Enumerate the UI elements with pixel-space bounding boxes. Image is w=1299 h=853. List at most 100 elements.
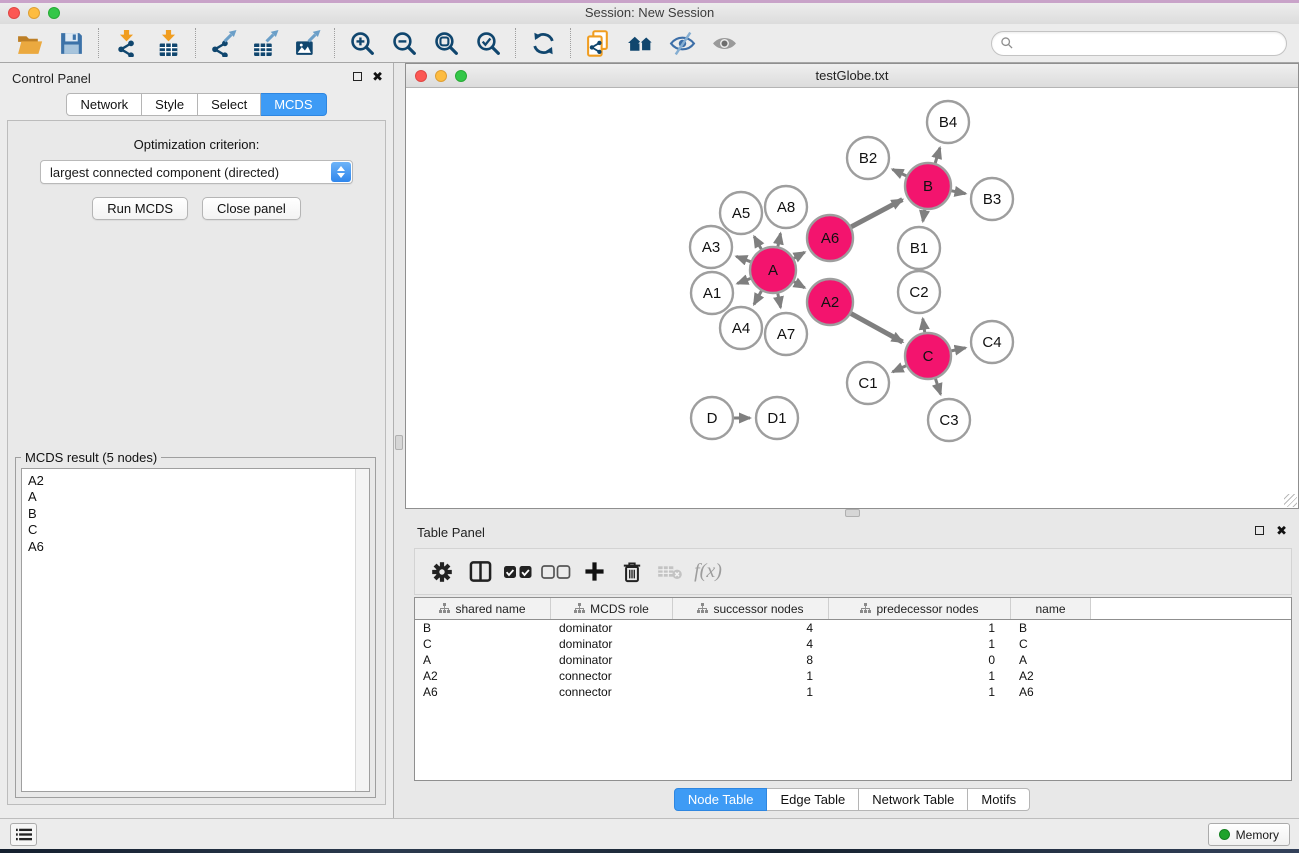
save-session-button[interactable] [50, 26, 92, 60]
tab-select[interactable]: Select [198, 93, 261, 116]
cell-shared-name[interactable]: A [415, 653, 551, 667]
column-layout-button[interactable] [463, 555, 497, 589]
float-table-panel-icon[interactable] [1255, 526, 1264, 535]
edge-A-A5[interactable] [754, 237, 761, 250]
mcds-result-item[interactable]: A [22, 489, 369, 505]
export-network-button[interactable] [202, 26, 244, 60]
network-graph[interactable]: AA1A2A3A4A5A6A7A8BB1B2B3B4CC1C2C3C4DD1 [406, 88, 1298, 508]
mcds-result-item[interactable]: C [22, 522, 369, 538]
create-column-button[interactable] [577, 555, 611, 589]
edge-C-C3[interactable] [936, 379, 941, 395]
export-table-button[interactable] [244, 26, 286, 60]
edge-A-A2[interactable] [794, 282, 805, 288]
cell-successor-nodes[interactable]: 4 [673, 637, 829, 651]
mcds-result-item[interactable]: A6 [22, 539, 369, 555]
graph-node-A1[interactable]: A1 [691, 272, 733, 314]
table-row-A6[interactable]: A6connector11A6 [415, 684, 1291, 700]
vertical-split-handle[interactable] [395, 435, 403, 450]
network-canvas[interactable]: AA1A2A3A4A5A6A7A8BB1B2B3B4CC1C2C3C4DD1 [406, 88, 1298, 508]
graph-node-A4[interactable]: A4 [720, 307, 762, 349]
edge-A2-C[interactable] [851, 314, 903, 342]
cell-MCDS-role[interactable]: dominator [551, 653, 673, 667]
mcds-result-item[interactable]: A2 [22, 473, 369, 489]
close-table-panel-icon[interactable]: ✖ [1276, 525, 1287, 536]
float-panel-icon[interactable] [353, 72, 362, 81]
tab-mcds[interactable]: MCDS [261, 93, 326, 116]
cell-MCDS-role[interactable]: dominator [551, 637, 673, 651]
cell-name[interactable]: A [1011, 653, 1091, 667]
settings-gear-button[interactable] [425, 555, 459, 589]
graph-node-A5[interactable]: A5 [720, 192, 762, 234]
edge-A-A4[interactable] [754, 291, 761, 304]
graph-node-C4[interactable]: C4 [971, 321, 1013, 363]
cell-predecessor-nodes[interactable]: 1 [829, 685, 1011, 699]
graph-node-B[interactable]: B [905, 163, 951, 209]
graph-node-A3[interactable]: A3 [690, 226, 732, 268]
cell-MCDS-role[interactable]: connector [551, 669, 673, 683]
edge-C-C1[interactable] [893, 366, 907, 372]
edge-B-B1[interactable] [923, 210, 925, 222]
column-header-MCDS-role[interactable]: MCDS role [551, 598, 673, 619]
cell-successor-nodes[interactable]: 4 [673, 621, 829, 635]
tab-node-table[interactable]: Node Table [674, 788, 768, 811]
table-row-C[interactable]: Cdominator41C [415, 636, 1291, 652]
cell-shared-name[interactable]: B [415, 621, 551, 635]
optimization-criterion-dropdown[interactable]: largest connected component (directed) [40, 160, 353, 184]
mcds-result-item[interactable]: B [22, 506, 369, 522]
graph-node-A7[interactable]: A7 [765, 313, 807, 355]
cell-shared-name[interactable]: A2 [415, 669, 551, 683]
cell-successor-nodes[interactable]: 1 [673, 685, 829, 699]
import-network-button[interactable] [105, 26, 147, 60]
edge-A-A8[interactable] [778, 233, 781, 246]
show-all-button[interactable] [703, 26, 745, 60]
cell-MCDS-role[interactable]: connector [551, 685, 673, 699]
cell-name[interactable]: C [1011, 637, 1091, 651]
edge-A-A7[interactable] [778, 294, 781, 308]
edge-C-C4[interactable] [951, 348, 965, 351]
graph-node-B4[interactable]: B4 [927, 101, 969, 143]
table-row-B[interactable]: Bdominator41B [415, 620, 1291, 636]
graph-node-C[interactable]: C [905, 333, 951, 379]
column-header-name[interactable]: name [1011, 598, 1091, 619]
table-row-A[interactable]: Adominator80A [415, 652, 1291, 668]
tab-network-table[interactable]: Network Table [859, 788, 968, 811]
edge-A-A3[interactable] [736, 256, 750, 261]
edge-A-A6[interactable] [794, 252, 805, 258]
table-row-A2[interactable]: A2connector11A2 [415, 668, 1291, 684]
graph-node-A2[interactable]: A2 [807, 279, 853, 325]
run-mcds-button[interactable]: Run MCDS [92, 197, 188, 220]
graph-node-C1[interactable]: C1 [847, 362, 889, 404]
refresh-layout-button[interactable] [522, 26, 564, 60]
zoom-fit-button[interactable] [425, 26, 467, 60]
edge-A6-B[interactable] [851, 200, 902, 227]
tab-style[interactable]: Style [142, 93, 198, 116]
window-resize-grip[interactable] [1284, 494, 1297, 507]
open-session-button[interactable] [8, 26, 50, 60]
cell-successor-nodes[interactable]: 8 [673, 653, 829, 667]
edge-B-B2[interactable] [893, 169, 907, 176]
graph-node-D[interactable]: D [691, 397, 733, 439]
graph-node-D1[interactable]: D1 [756, 397, 798, 439]
graph-node-B3[interactable]: B3 [971, 178, 1013, 220]
cell-name[interactable]: A2 [1011, 669, 1091, 683]
new-network-from-selection-button[interactable] [577, 26, 619, 60]
first-neighbors-button[interactable] [619, 26, 661, 60]
graph-node-C2[interactable]: C2 [898, 271, 940, 313]
graph-node-A6[interactable]: A6 [807, 215, 853, 261]
edge-B-B3[interactable] [952, 191, 966, 194]
cell-name[interactable]: A6 [1011, 685, 1091, 699]
hide-selected-button[interactable] [661, 26, 703, 60]
cell-predecessor-nodes[interactable]: 1 [829, 621, 1011, 635]
cell-shared-name[interactable]: C [415, 637, 551, 651]
graph-node-C3[interactable]: C3 [928, 399, 970, 441]
column-header-successor-nodes[interactable]: successor nodes [673, 598, 829, 619]
cell-successor-nodes[interactable]: 1 [673, 669, 829, 683]
tab-network[interactable]: Network [66, 93, 142, 116]
cell-predecessor-nodes[interactable]: 0 [829, 653, 1011, 667]
close-panel-button[interactable]: Close panel [202, 197, 301, 220]
select-all-columns-button[interactable] [501, 555, 535, 589]
cell-predecessor-nodes[interactable]: 1 [829, 669, 1011, 683]
edge-B-B4[interactable] [935, 148, 940, 163]
edge-A-A1[interactable] [737, 279, 750, 284]
graph-node-A8[interactable]: A8 [765, 186, 807, 228]
